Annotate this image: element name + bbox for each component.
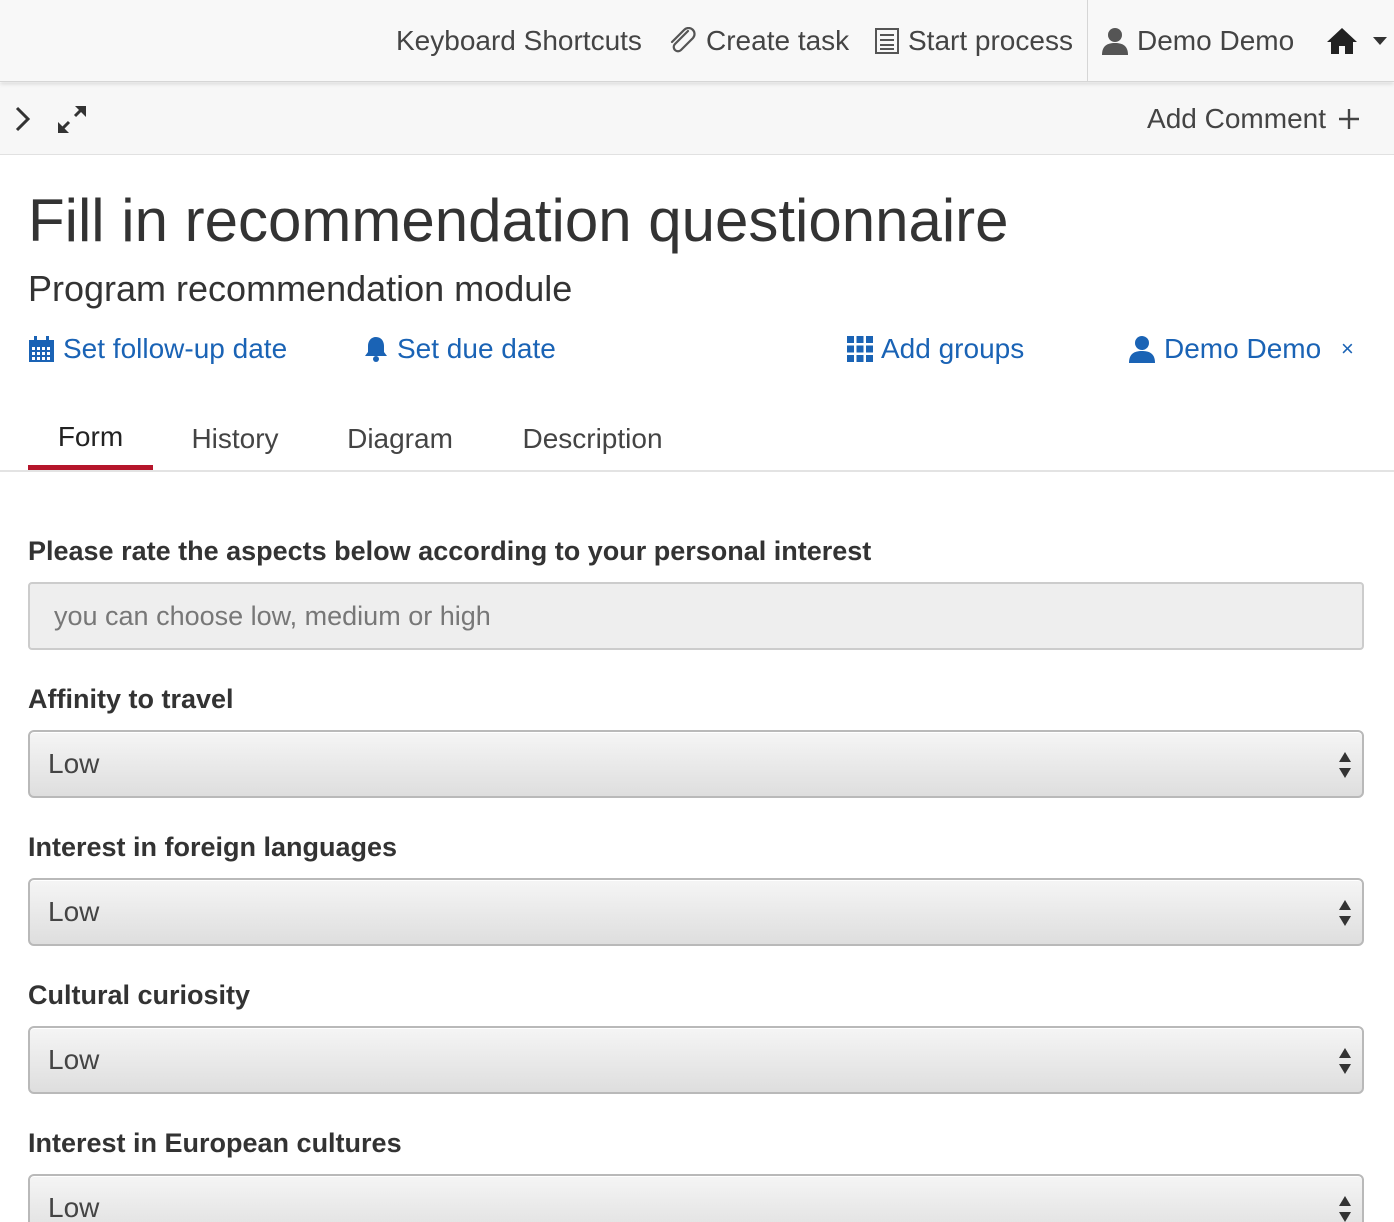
user-icon (1102, 28, 1128, 55)
tab-history-label: History (191, 423, 279, 454)
foreign-languages-label: Interest in foreign languages (28, 832, 398, 862)
select-arrows-icon (1339, 752, 1351, 778)
keyboard-shortcuts-link[interactable]: Keyboard Shortcuts (396, 0, 642, 82)
create-task-link[interactable]: Create task (668, 0, 849, 82)
affinity-to-travel-select[interactable]: Low (28, 730, 1364, 798)
tab-diagram[interactable]: Diagram (325, 408, 475, 470)
fullscreen-button[interactable] (54, 103, 90, 137)
tab-history[interactable]: History (165, 408, 305, 470)
home-icon (1327, 28, 1357, 54)
intro-readonly-field: you can choose low, medium or high (28, 582, 1364, 650)
top-navbar: Keyboard Shortcuts Create task Start pro… (0, 0, 1394, 82)
cultural-curiosity-select[interactable]: Low (28, 1026, 1364, 1094)
plus-icon (1339, 109, 1359, 129)
chevron-right-icon (15, 106, 31, 132)
intro-label: Please rate the aspects below according … (28, 536, 872, 566)
home-menu[interactable] (1326, 0, 1394, 82)
european-cultures-select[interactable]: Low (28, 1174, 1364, 1222)
affinity-to-travel-label: Affinity to travel (28, 684, 234, 714)
affinity-to-travel-value: Low (48, 748, 100, 779)
caret-down-icon (1373, 37, 1387, 45)
add-groups-link[interactable]: Add groups (847, 328, 1024, 370)
tab-form-label: Form (57, 420, 124, 452)
task-tabs: Form History Diagram Description (0, 408, 1394, 472)
foreign-languages-select[interactable]: Low (28, 878, 1364, 946)
expand-icon (58, 105, 86, 133)
task-toolbar: Add Comment (0, 83, 1394, 155)
user-menu-label: Demo Demo (1137, 25, 1295, 56)
bell-icon (365, 337, 387, 362)
start-process-label: Start process (908, 25, 1073, 56)
select-arrows-icon (1339, 900, 1351, 926)
set-follow-up-date-label: Set follow-up date (63, 333, 288, 364)
cultural-curiosity-value: Low (48, 1044, 100, 1075)
cultural-curiosity-label: Cultural curiosity (28, 980, 251, 1010)
set-due-date-link[interactable]: Set due date (363, 328, 556, 370)
tab-description[interactable]: Description (505, 408, 680, 470)
add-comment-button[interactable]: Add Comment (1147, 83, 1360, 155)
assignee-label: Demo Demo (1164, 333, 1322, 364)
intro-field-value: you can choose low, medium or high (54, 600, 491, 631)
calendar-icon (29, 335, 54, 362)
user-icon (1129, 336, 1155, 363)
process-name: Program recommendation module (28, 268, 573, 309)
paperclip-icon (670, 27, 696, 53)
add-comment-label: Add Comment (1147, 103, 1326, 134)
set-follow-up-date-link[interactable]: Set follow-up date (28, 328, 287, 370)
assignee-link[interactable]: Demo Demo (1128, 328, 1321, 370)
user-menu[interactable]: Demo Demo (1101, 0, 1294, 82)
navbar-divider (1087, 0, 1088, 82)
foreign-languages-value: Low (48, 896, 100, 927)
list-icon (875, 28, 899, 54)
add-groups-label: Add groups (881, 333, 1025, 364)
set-due-date-label: Set due date (397, 333, 556, 364)
select-arrows-icon (1339, 1048, 1351, 1074)
select-arrows-icon (1339, 1196, 1351, 1222)
task-title: Fill in recommendation questionnaire (28, 187, 1009, 254)
european-cultures-label: Interest in European cultures (28, 1128, 402, 1158)
tab-description-label: Description (522, 423, 663, 454)
remove-assignee-button[interactable]: × (1341, 336, 1354, 362)
tab-form[interactable]: Form (28, 408, 153, 470)
tab-diagram-label: Diagram (347, 423, 453, 454)
start-process-link[interactable]: Start process (874, 0, 1073, 82)
grid-icon (847, 336, 873, 362)
create-task-label: Create task (706, 25, 850, 56)
keyboard-shortcuts-label: Keyboard Shortcuts (396, 25, 642, 56)
european-cultures-value: Low (48, 1192, 100, 1222)
expand-sidebar-button[interactable] (8, 103, 36, 135)
